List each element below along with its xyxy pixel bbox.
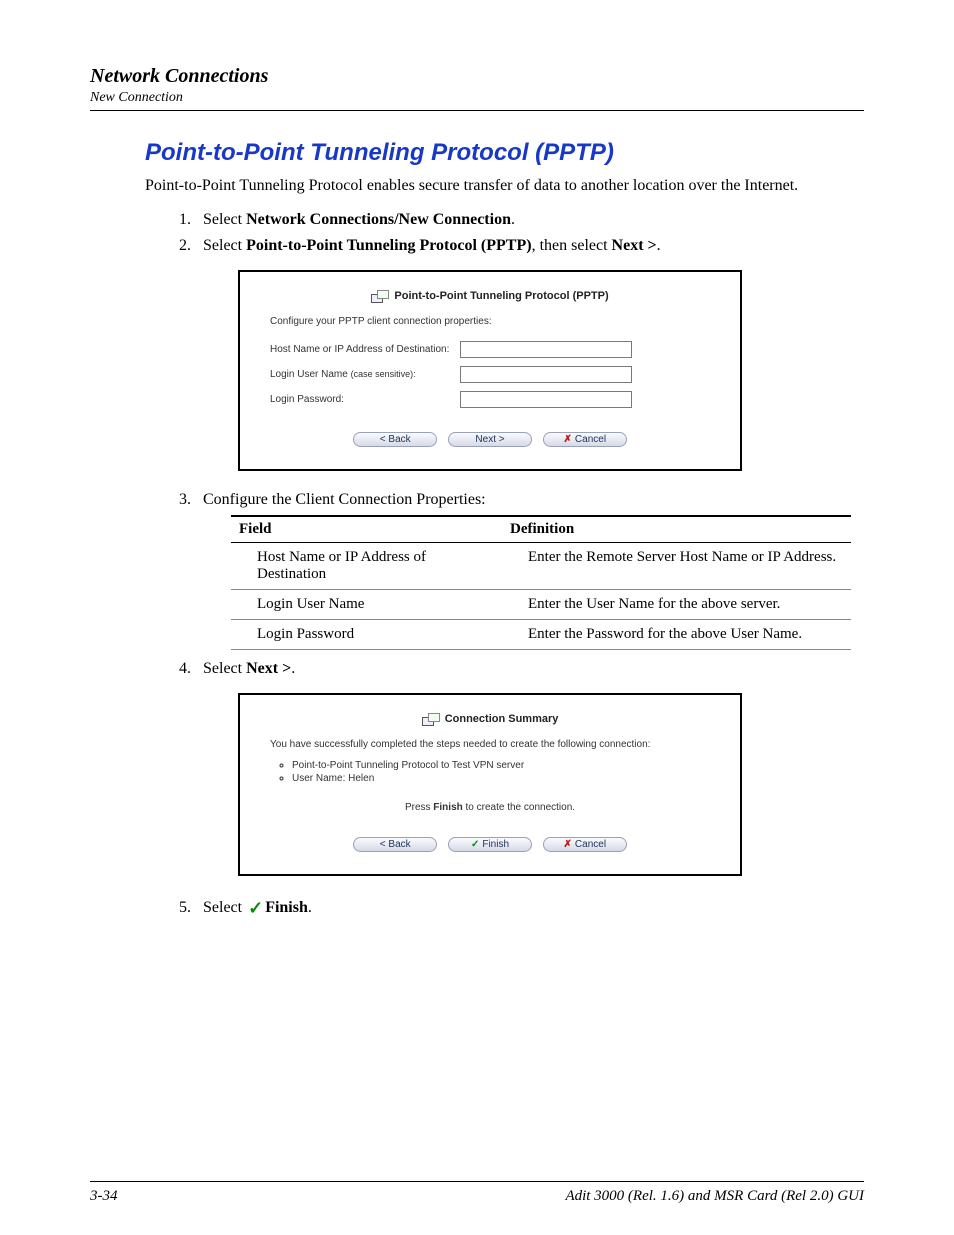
summary-dialog-buttons: < Back ✓Finish ✗Cancel xyxy=(270,837,710,852)
press-finish-b: Finish xyxy=(433,802,462,813)
page-header: Network Connections New Connection xyxy=(90,65,864,111)
next-button[interactable]: Next > xyxy=(448,432,532,447)
table-row: Host Name or IP Address of Destination E… xyxy=(231,543,851,590)
step-2-bold-2: Next > xyxy=(612,237,657,254)
steps-list: Select Network Connections/New Connectio… xyxy=(170,211,864,917)
step-5-prefix: Select xyxy=(203,899,246,916)
page: Network Connections New Connection Point… xyxy=(0,0,954,1235)
page-footer: 3-34 Adit 3000 (Rel. 1.6) and MSR Card (… xyxy=(90,1181,864,1205)
username-row: Login User Name (case sensitive): xyxy=(270,366,710,383)
pptp-dialog-title-row: Point-to-Point Tunneling Protocol (PPTP) xyxy=(270,290,710,302)
summary-dialog: Connection Summary You have successfully… xyxy=(238,693,742,876)
step-5: Select ✓Finish. xyxy=(195,896,864,917)
definitions-table: Field Definition Host Name or IP Address… xyxy=(231,515,851,650)
finish-button[interactable]: ✓Finish xyxy=(448,837,532,852)
password-input[interactable] xyxy=(460,391,632,408)
step-2-bold-1: Point-to-Point Tunneling Protocol (PPTP) xyxy=(246,237,531,254)
username-label-a: Login User Name xyxy=(270,369,351,380)
section-title: Point-to-Point Tunneling Protocol (PPTP) xyxy=(145,139,864,167)
pptp-dialog: Point-to-Point Tunneling Protocol (PPTP)… xyxy=(238,270,742,471)
page-number: 3-34 xyxy=(90,1188,118,1205)
td-field: Login User Name xyxy=(231,590,502,620)
step-5-suffix: . xyxy=(308,899,312,916)
table-row: Login Password Enter the Password for th… xyxy=(231,620,851,650)
cancel-button-label: Cancel xyxy=(575,434,606,445)
summary-msg: You have successfully completed the step… xyxy=(270,739,710,750)
finish-button-label: Finish xyxy=(482,839,509,850)
press-finish-a: Press xyxy=(405,802,433,813)
step-2-prefix: Select xyxy=(203,237,246,254)
header-subtitle: New Connection xyxy=(90,90,864,106)
th-definition: Definition xyxy=(502,516,851,543)
pptp-dialog-title: Point-to-Point Tunneling Protocol (PPTP) xyxy=(394,290,608,302)
td-def: Enter the Remote Server Host Name or IP … xyxy=(502,543,851,590)
username-label-b: (case sensitive): xyxy=(351,369,416,379)
step-1-suffix: . xyxy=(511,211,515,228)
x-icon: ✗ xyxy=(564,434,572,445)
table-row: Login User Name Enter the User Name for … xyxy=(231,590,851,620)
th-field: Field xyxy=(231,516,502,543)
step-3: Configure the Client Connection Properti… xyxy=(195,491,864,650)
network-icon xyxy=(371,290,387,302)
cancel-button[interactable]: ✗Cancel xyxy=(543,837,627,852)
summary-list: Point-to-Point Tunneling Protocol to Tes… xyxy=(292,760,710,784)
list-item: Point-to-Point Tunneling Protocol to Tes… xyxy=(292,760,710,771)
cancel-button-label: Cancel xyxy=(575,839,606,850)
step-4: Select Next >. Connection Summary You ha… xyxy=(195,660,864,876)
step-4-bold: Next > xyxy=(246,660,291,677)
username-label: Login User Name (case sensitive): xyxy=(270,369,460,380)
td-def: Enter the Password for the above User Na… xyxy=(502,620,851,650)
step-1: Select Network Connections/New Connectio… xyxy=(195,211,864,229)
back-button[interactable]: < Back xyxy=(353,432,437,447)
table-header-row: Field Definition xyxy=(231,516,851,543)
header-title: Network Connections xyxy=(90,65,864,88)
step-1-bold: Network Connections/New Connection xyxy=(246,211,511,228)
step-2: Select Point-to-Point Tunneling Protocol… xyxy=(195,237,864,471)
td-field: Login Password xyxy=(231,620,502,650)
step-3-text: Configure the Client Connection Properti… xyxy=(203,491,486,508)
section-intro: Point-to-Point Tunneling Protocol enable… xyxy=(145,177,864,195)
step-4-prefix: Select xyxy=(203,660,246,677)
step-4-suffix: . xyxy=(291,660,295,677)
network-icon xyxy=(422,713,438,725)
step-1-prefix: Select xyxy=(203,211,246,228)
username-input[interactable] xyxy=(460,366,632,383)
host-row: Host Name or IP Address of Destination: xyxy=(270,341,710,358)
x-icon: ✗ xyxy=(564,839,572,850)
td-field: Host Name or IP Address of Destination xyxy=(231,543,502,590)
step-5-bold: Finish xyxy=(265,899,308,916)
pptp-dialog-buttons: < Back Next > ✗Cancel xyxy=(270,432,710,447)
check-icon: ✓ xyxy=(471,839,479,850)
summary-dialog-title: Connection Summary xyxy=(445,713,559,725)
password-row: Login Password: xyxy=(270,391,710,408)
press-finish-c: to create the connection. xyxy=(463,802,575,813)
step-2-suffix: . xyxy=(657,237,661,254)
host-input[interactable] xyxy=(460,341,632,358)
cancel-button[interactable]: ✗Cancel xyxy=(543,432,627,447)
press-finish-text: Press Finish to create the connection. xyxy=(270,802,710,813)
password-label: Login Password: xyxy=(270,394,460,405)
pptp-dialog-desc: Configure your PPTP client connection pr… xyxy=(270,316,710,327)
footer-product: Adit 3000 (Rel. 1.6) and MSR Card (Rel 2… xyxy=(565,1188,864,1205)
check-icon: ✓ xyxy=(248,898,263,919)
summary-dialog-title-row: Connection Summary xyxy=(270,713,710,725)
td-def: Enter the User Name for the above server… xyxy=(502,590,851,620)
host-label: Host Name or IP Address of Destination: xyxy=(270,344,460,355)
list-item: User Name: Helen xyxy=(292,773,710,784)
step-2-mid: , then select xyxy=(532,237,612,254)
back-button[interactable]: < Back xyxy=(353,837,437,852)
